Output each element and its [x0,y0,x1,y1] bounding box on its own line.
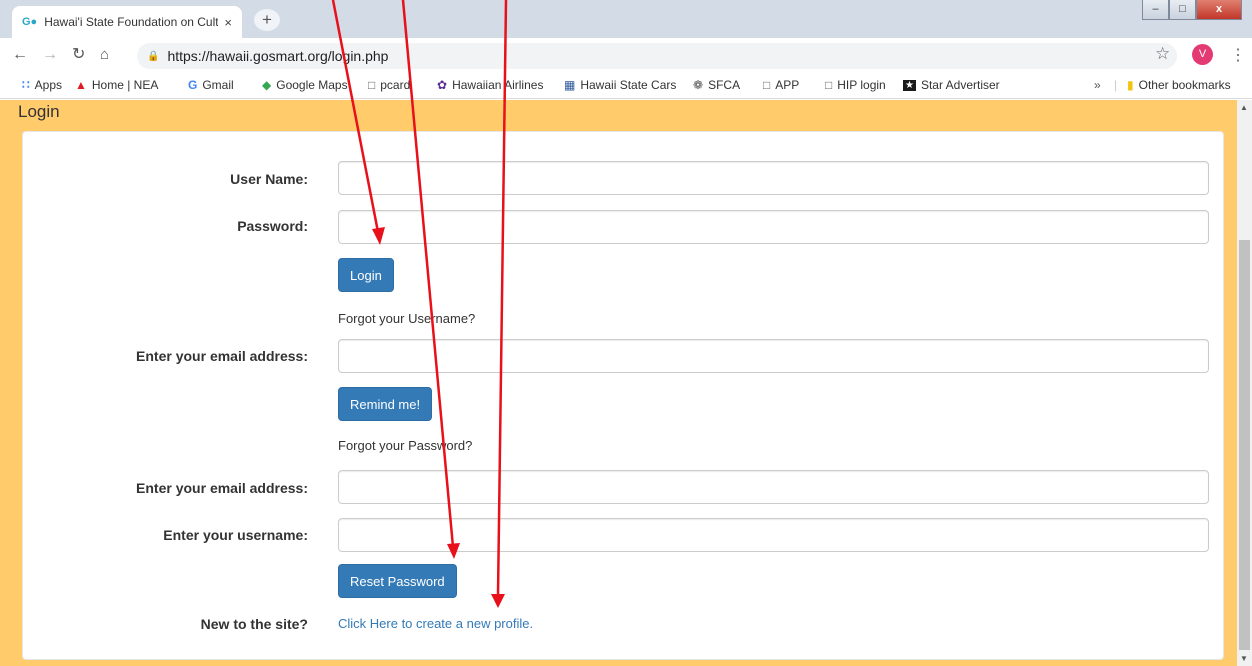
bookmark-label: Google Maps [276,78,348,92]
back-arrow-icon[interactable]: ← [12,46,28,64]
page-icon: □ [763,78,771,92]
browser-toolbar: ← → ↻ ⌂ 🔒 https://hawaii.gosmart.org/log… [0,38,1252,72]
panel-title: Login [18,102,60,121]
bookmark-label: HIP login [837,78,886,92]
browser-tab[interactable]: G● Hawai'i State Foundation on Cult × [12,6,242,38]
bookmark-sfca[interactable]: ❁ SFCA [693,78,740,92]
tab-close-icon[interactable]: × [224,15,232,30]
page-icon: □ [368,78,376,92]
reset-username-input[interactable] [338,518,1209,552]
bookmark-label: Star Advertiser [920,78,1000,92]
page-icon: □ [825,78,833,92]
bookmarks-overflow-icon[interactable]: » [1094,78,1101,92]
maximize-icon[interactable]: □ [1169,0,1196,20]
bookmark-label: Apps [34,78,62,92]
bookmark-label: Other bookmarks [1138,78,1231,92]
bookmark-nea[interactable]: ▲ Home | NEA [75,78,158,92]
profile-avatar[interactable]: V [1192,44,1213,65]
bookmark-label: pcard [380,78,411,92]
username-input[interactable] [338,161,1209,195]
google-icon: G [188,78,198,92]
menu-kebab-icon[interactable]: ⋮ [1230,45,1246,65]
bookmark-star-advertiser[interactable]: ★ Star Advertiser [903,78,1000,92]
bookmark-hawaii-state-cars[interactable]: ▦ Hawaii State Cars [564,78,676,92]
bookmark-hawaiian-airlines[interactable]: ✿ Hawaiian Airlines [437,78,543,92]
tab-title: Hawai'i State Foundation on Cult [44,15,219,29]
nea-icon: ▲ [75,78,87,92]
new-tab-button[interactable]: + [254,9,280,31]
bookmark-label: Home | NEA [91,78,159,92]
bookmark-other[interactable]: ▮ Other bookmarks [1127,78,1231,92]
bookmark-hip-login[interactable]: □ HIP login [825,78,886,92]
sfca-icon: ❁ [693,78,704,92]
forgot-password-text: Forgot your Password? [338,438,473,453]
bookmark-gmail[interactable]: G Gmail [188,78,234,92]
bookmark-label: Gmail [202,78,234,92]
scrollbar[interactable]: ▲ ▼ [1237,100,1252,666]
bookmark-label: Hawaiian Airlines [452,78,544,92]
bookmark-google-maps[interactable]: ◆ Google Maps [262,78,348,92]
maps-icon: ◆ [262,78,272,92]
url-text: https://hawaii.gosmart.org/login.php [167,48,389,64]
bookmarks-bar: ∷ Apps ▲ Home | NEA G Gmail ◆ Google Map… [0,72,1252,99]
apps-grid-icon: ∷ [22,78,30,92]
remind-me-button[interactable]: Remind me! [338,387,433,421]
bookmark-pcard[interactable]: □ pcard [368,78,410,92]
bookmark-apps[interactable]: ∷ Apps [22,78,62,92]
scroll-down-icon[interactable]: ▼ [1240,654,1248,663]
bookmark-app[interactable]: □ APP [763,78,799,92]
home-icon[interactable]: ⌂ [100,46,109,64]
remind-email-label: Enter your email address: [136,348,308,364]
reset-password-button[interactable]: Reset Password [338,564,457,598]
reset-email-label: Enter your email address: [136,480,308,496]
password-input[interactable] [338,210,1209,244]
login-button[interactable]: Login [338,258,394,292]
bookmark-star-icon[interactable]: ☆ [1155,44,1170,64]
create-profile-link[interactable]: Click Here to create a new profile. [338,616,533,631]
close-window-icon[interactable]: x [1196,0,1242,20]
password-label: Password: [237,218,308,234]
browser-titlebar: G● Hawai'i State Foundation on Cult × + … [0,0,1252,38]
scroll-up-icon[interactable]: ▲ [1240,103,1248,112]
scrollbar-thumb[interactable] [1239,240,1250,650]
car-icon: ▦ [564,78,576,92]
reset-email-input[interactable] [338,470,1209,504]
bookmark-label: APP [775,78,800,92]
remind-email-input[interactable] [338,339,1209,373]
forward-arrow-icon[interactable]: → [42,46,58,64]
forgot-username-text: Forgot your Username? [338,311,476,326]
folder-icon: ▮ [1127,78,1134,92]
bookmark-label: SFCA [708,78,741,92]
reset-username-label: Enter your username: [163,527,308,543]
lock-icon: 🔒 [147,50,160,62]
new-to-site-label: New to the site? [200,616,308,632]
site-favicon-icon: G● [22,16,38,28]
window-controls: – □ x [1142,0,1242,20]
username-label: User Name: [230,171,308,187]
bookmark-label: Hawaii State Cars [580,78,677,92]
star-advertiser-icon: ★ [903,79,916,91]
minimize-icon[interactable]: – [1142,0,1169,20]
address-bar[interactable]: 🔒 https://hawaii.gosmart.org/login.php [137,43,1177,69]
bookmarks-divider: | [1114,78,1118,92]
reload-icon[interactable]: ↻ [72,46,85,64]
airline-icon: ✿ [437,78,448,92]
